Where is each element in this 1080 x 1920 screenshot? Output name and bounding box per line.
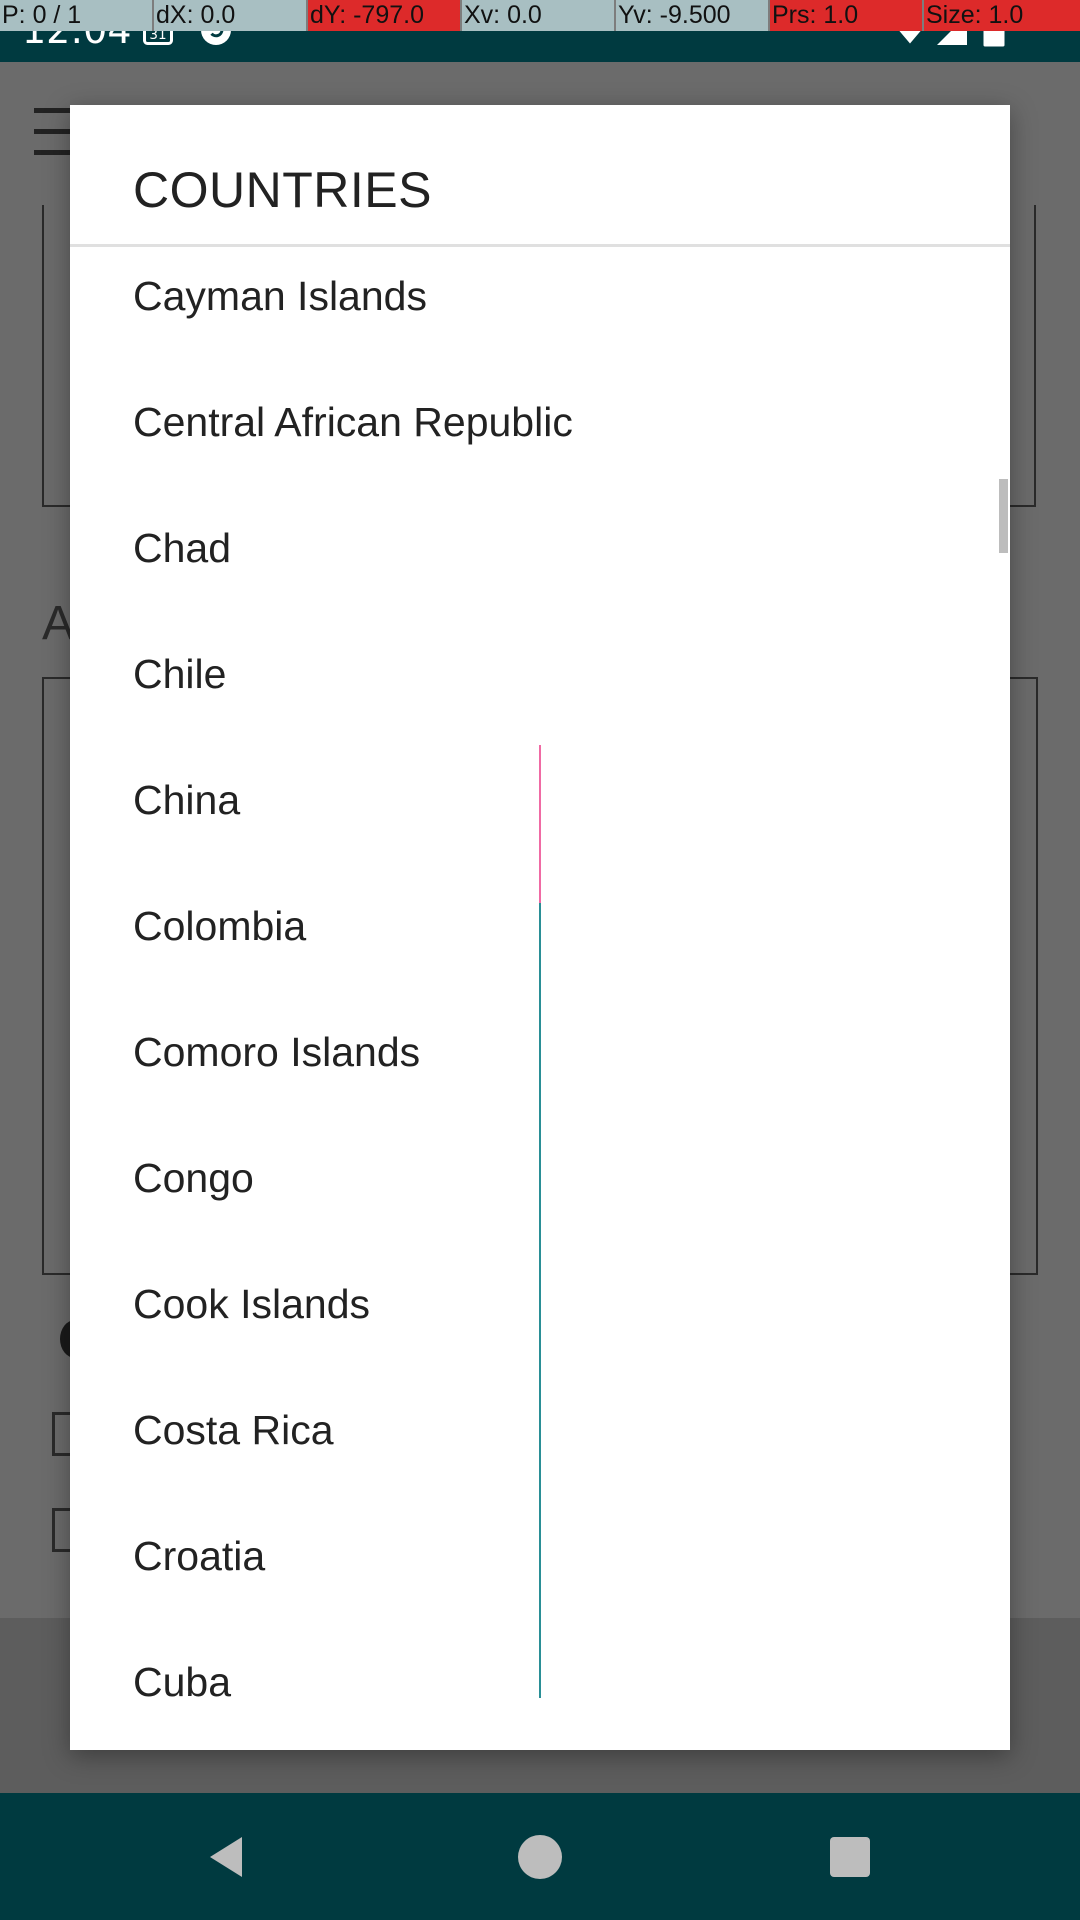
screen: A 12:04 31 P: 0 / 1 dX: 0.0 dY: -797.0 X… — [0, 0, 1080, 1920]
pointer-trace-line — [539, 745, 541, 903]
back-icon[interactable] — [202, 1833, 250, 1881]
overlay-size: Size: 1.0 — [924, 0, 1080, 31]
country-item-central-african-republic[interactable]: Central African Republic — [70, 359, 1010, 485]
home-icon[interactable] — [516, 1833, 564, 1881]
country-item-chad[interactable]: Chad — [70, 485, 1010, 611]
navigation-bar — [0, 1793, 1080, 1920]
overlay-dx: dX: 0.0 — [154, 0, 308, 31]
pointer-trace-line — [539, 903, 541, 1698]
list-scrollbar[interactable] — [999, 479, 1008, 553]
country-item-cayman-islands[interactable]: Cayman Islands — [70, 247, 1010, 359]
overlay-yv: Yv: -9.500 — [616, 0, 770, 31]
pointer-location-overlay: P: 0 / 1 dX: 0.0 dY: -797.0 Xv: 0.0 Yv: … — [0, 0, 1080, 31]
overlay-pointer-count: P: 0 / 1 — [0, 0, 154, 31]
countries-dialog: COUNTRIES Cayman Islands Central African… — [70, 105, 1010, 1750]
dialog-title: COUNTRIES — [133, 162, 432, 218]
overlay-xv: Xv: 0.0 — [462, 0, 616, 31]
recents-icon[interactable] — [826, 1833, 874, 1881]
country-item-chile[interactable]: Chile — [70, 611, 1010, 737]
overlay-dy: dY: -797.0 — [308, 0, 462, 31]
overlay-pressure: Prs: 1.0 — [770, 0, 924, 31]
